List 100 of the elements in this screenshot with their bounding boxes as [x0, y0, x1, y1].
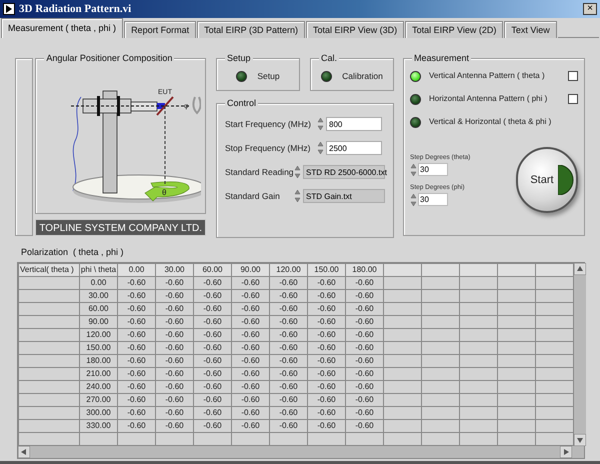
- table-cell: -0.60: [118, 380, 156, 393]
- number-field[interactable]: 800: [326, 117, 382, 131]
- table-cell: -0.60: [194, 276, 232, 289]
- scroll-up-icon[interactable]: [574, 262, 586, 274]
- table-cell: -0.60: [194, 354, 232, 367]
- column-header: 120.00: [270, 263, 308, 276]
- table-cell: -0.60: [346, 380, 384, 393]
- table-cell: -0.60: [346, 354, 384, 367]
- table-cell: -0.60: [194, 367, 232, 380]
- vertical-scrollbar[interactable]: [574, 262, 586, 446]
- column-header: 180.00: [346, 263, 384, 276]
- column-header: 0.00: [118, 263, 156, 276]
- table-cell: -0.60: [270, 315, 308, 328]
- table-cell: -0.60: [232, 354, 270, 367]
- tab[interactable]: Report Format: [124, 21, 196, 38]
- file-path-field[interactable]: STD RD 2500-6000.txt: [303, 165, 385, 179]
- table-cell: 150.00: [80, 341, 118, 354]
- tab[interactable]: Total EIRP View (3D): [306, 21, 404, 38]
- table-cell: -0.60: [308, 276, 346, 289]
- column-header: 60.00: [194, 263, 232, 276]
- table-cell: -0.60: [270, 367, 308, 380]
- table-cell: -0.60: [232, 315, 270, 328]
- table-cell: -0.60: [308, 289, 346, 302]
- table-cell: 210.00: [80, 367, 118, 380]
- field-label: Standard Reading: [225, 166, 294, 178]
- spinner-icon[interactable]: [294, 165, 301, 179]
- table-cell: -0.60: [194, 419, 232, 432]
- led-label: Calibration: [342, 70, 383, 82]
- checkbox[interactable]: [568, 94, 578, 104]
- table-cell: -0.60: [308, 354, 346, 367]
- number-field[interactable]: 30: [418, 193, 448, 206]
- table-cell: 300.00: [80, 406, 118, 419]
- column-header: 150.00: [308, 263, 346, 276]
- number-field[interactable]: 30: [418, 163, 448, 176]
- table-cell: -0.60: [194, 315, 232, 328]
- spinner-icon[interactable]: [317, 117, 324, 131]
- group-title: Control: [225, 97, 258, 109]
- number-field[interactable]: 2500: [326, 141, 382, 155]
- table-cell: -0.60: [232, 419, 270, 432]
- device-under-test-drawing: [156, 96, 174, 116]
- table-cell: -0.60: [118, 302, 156, 315]
- table-cell: -0.60: [118, 315, 156, 328]
- table-cell: -0.60: [232, 289, 270, 302]
- mode-label: Vertical Antenna Pattern ( theta ): [429, 70, 546, 82]
- table-cell: -0.60: [346, 302, 384, 315]
- spinner-icon[interactable]: [294, 189, 301, 203]
- spinner-icon[interactable]: [317, 141, 324, 155]
- table-cell: -0.60: [308, 341, 346, 354]
- table-cell: 330.00: [80, 419, 118, 432]
- column-header: Vertical( theta ): [18, 263, 80, 276]
- group-title: Setup: [225, 52, 253, 64]
- table-cell: -0.60: [346, 393, 384, 406]
- table-cell: -0.60: [194, 302, 232, 315]
- tab[interactable]: Measurement ( theta , phi ): [1, 18, 124, 38]
- table-cell: 30.00: [80, 289, 118, 302]
- table-cell: -0.60: [346, 289, 384, 302]
- table-cell: 60.00: [80, 302, 118, 315]
- table-cell: 90.00: [80, 315, 118, 328]
- tab[interactable]: Total EIRP (3D Pattern): [197, 21, 305, 38]
- file-path-field[interactable]: STD Gain.txt: [303, 189, 385, 203]
- field-label: Standard Gain: [225, 190, 281, 202]
- table-cell: -0.60: [346, 328, 384, 341]
- table-cell: -0.60: [194, 380, 232, 393]
- table-cell: -0.60: [156, 419, 194, 432]
- table-cell: -0.60: [232, 367, 270, 380]
- table-cell: -0.60: [346, 315, 384, 328]
- tab[interactable]: Text View: [504, 21, 557, 38]
- table-cell: -0.60: [308, 367, 346, 380]
- table-cell: -0.60: [118, 393, 156, 406]
- table-cell: -0.60: [270, 302, 308, 315]
- table-cell: -0.60: [156, 276, 194, 289]
- table-cell: -0.60: [156, 341, 194, 354]
- table-cell: -0.60: [346, 276, 384, 289]
- table-cell: -0.60: [270, 276, 308, 289]
- tab[interactable]: Total EIRP View (2D): [405, 21, 504, 38]
- table-cell: -0.60: [156, 289, 194, 302]
- close-button[interactable]: ×: [583, 3, 597, 15]
- table-cell: -0.60: [156, 328, 194, 341]
- scroll-right-icon[interactable]: [560, 446, 572, 458]
- start-button[interactable]: Start: [516, 147, 578, 213]
- table-cell: -0.60: [346, 341, 384, 354]
- table-cell: -0.60: [270, 354, 308, 367]
- horizontal-scrollbar[interactable]: [18, 446, 584, 458]
- scroll-down-icon[interactable]: [574, 434, 586, 446]
- scroll-left-icon[interactable]: [18, 446, 30, 458]
- table-cell: -0.60: [118, 328, 156, 341]
- table-cell: -0.60: [270, 328, 308, 341]
- play-icon: [558, 165, 574, 195]
- table-cell: -0.60: [346, 367, 384, 380]
- company-banner: TOPLINE SYSTEM COMPANY LTD.: [35, 219, 206, 236]
- table-cell: -0.60: [270, 406, 308, 419]
- table-cell: -0.60: [232, 276, 270, 289]
- table-cell: -0.60: [270, 289, 308, 302]
- table-cell: -0.60: [156, 367, 194, 380]
- led-label: Setup: [257, 70, 280, 82]
- table-cell: -0.60: [118, 406, 156, 419]
- checkbox[interactable]: [568, 71, 578, 81]
- table-cell: -0.60: [118, 367, 156, 380]
- app-icon: [3, 3, 15, 15]
- table-cell: -0.60: [194, 393, 232, 406]
